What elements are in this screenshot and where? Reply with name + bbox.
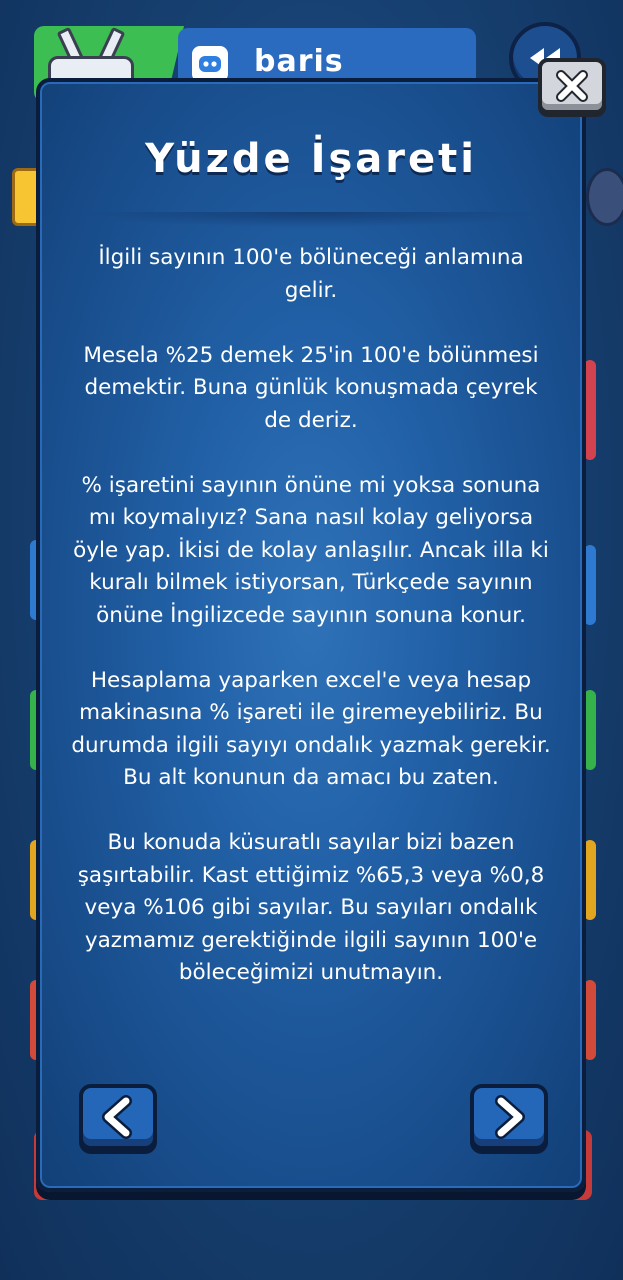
info-modal: Yüzde İşareti İlgili sayının 100'e bölün…	[36, 78, 586, 1192]
modal-body: İlgili sayının 100'e bölüneceği anlamına…	[70, 242, 552, 1022]
modal-paragraph-3: % işaretini sayının önüne mi yoksa sonun…	[73, 472, 549, 628]
close-icon	[556, 70, 588, 102]
close-button[interactable]	[538, 58, 606, 114]
modal-paragraph-2: Mesela %25 demek 25'in 100'e bölünmesi d…	[83, 342, 539, 433]
robot-badge-icon	[192, 46, 228, 82]
title-divider	[80, 212, 542, 228]
modal-paragraph-1: İlgili sayının 100'e bölüneceği anlamına…	[98, 245, 524, 303]
modal-paragraph-4: Hesaplama yaparken excel'e veya hesap ma…	[71, 667, 551, 791]
modal-paragraph-5: Bu konuda küsuratlı sayılar bizi bazen ş…	[77, 830, 545, 985]
chevron-right-icon	[495, 1095, 525, 1139]
modal-title: Yüzde İşareti	[145, 136, 477, 182]
next-page-button[interactable]	[470, 1084, 548, 1150]
chevron-left-icon	[102, 1095, 132, 1139]
username-label: baris	[254, 44, 344, 79]
trophy-icon	[586, 168, 623, 226]
previous-page-button[interactable]	[79, 1084, 157, 1150]
